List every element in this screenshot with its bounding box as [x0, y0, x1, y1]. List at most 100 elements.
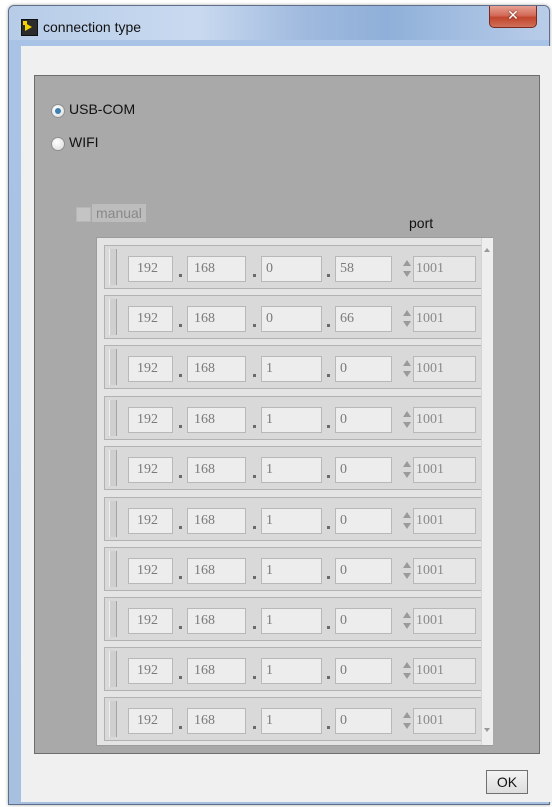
ip-octet-field-4[interactable]: 0 — [335, 356, 392, 382]
ip-separator-dot — [327, 526, 330, 529]
port-spinner[interactable] — [402, 559, 412, 583]
ip-octet-field-2[interactable]: 168 — [187, 356, 246, 382]
ip-octet-field-3[interactable]: 1 — [261, 708, 322, 734]
row-handle — [109, 701, 117, 737]
port-field[interactable]: 1001 — [413, 407, 476, 433]
list-scrollbar[interactable] — [481, 238, 493, 745]
ip-octet-field-3[interactable]: 1 — [261, 658, 322, 684]
ip-octet-field-2[interactable]: 168 — [187, 256, 246, 282]
ip-octet-field-1[interactable]: 192 — [128, 508, 173, 534]
radio-usb-com[interactable] — [51, 104, 65, 118]
ip-octet-field-4[interactable]: 0 — [335, 558, 392, 584]
manual-checkbox-label[interactable]: manual — [92, 204, 146, 222]
ip-octet-field-3[interactable]: 1 — [261, 508, 322, 534]
scroll-up-icon[interactable] — [484, 248, 490, 252]
spin-up-icon[interactable] — [403, 411, 411, 417]
spin-down-icon[interactable] — [403, 673, 411, 679]
spin-down-icon[interactable] — [403, 723, 411, 729]
spin-up-icon[interactable] — [403, 512, 411, 518]
spin-down-icon[interactable] — [403, 422, 411, 428]
ip-octet-field-4[interactable]: 0 — [335, 508, 392, 534]
ip-octet-field-1[interactable]: 192 — [128, 608, 173, 634]
ip-octet-field-1[interactable]: 192 — [128, 457, 173, 483]
spin-down-icon[interactable] — [403, 271, 411, 277]
port-spinner[interactable] — [402, 458, 412, 482]
ip-octet-field-1[interactable]: 192 — [128, 306, 173, 332]
port-field[interactable]: 1001 — [413, 608, 476, 634]
spin-up-icon[interactable] — [403, 662, 411, 668]
ip-octet-field-3[interactable]: 1 — [261, 457, 322, 483]
port-spinner[interactable] — [402, 659, 412, 683]
radio-label-wifi[interactable]: WIFI — [69, 134, 99, 150]
ip-octet-field-4[interactable]: 0 — [335, 708, 392, 734]
port-spinner[interactable] — [402, 408, 412, 432]
ip-octet-field-1[interactable]: 192 — [128, 558, 173, 584]
port-field[interactable]: 1001 — [413, 256, 476, 282]
port-spinner[interactable] — [402, 709, 412, 733]
manual-checkbox[interactable] — [76, 207, 91, 222]
ip-octet-field-3[interactable]: 1 — [261, 407, 322, 433]
radio-wifi[interactable] — [51, 137, 65, 151]
port-spinner[interactable] — [402, 609, 412, 633]
port-spinner[interactable] — [402, 307, 412, 331]
spin-down-icon[interactable] — [403, 573, 411, 579]
ip-octet-field-4[interactable]: 0 — [335, 658, 392, 684]
row-handle — [109, 601, 117, 637]
spin-down-icon[interactable] — [403, 371, 411, 377]
port-field[interactable]: 1001 — [413, 356, 476, 382]
ip-separator-dot — [327, 626, 330, 629]
spin-up-icon[interactable] — [403, 360, 411, 366]
radio-label-usb-com[interactable]: USB-COM — [69, 101, 135, 117]
ip-octet-field-2[interactable]: 168 — [187, 407, 246, 433]
ip-octet-field-2[interactable]: 168 — [187, 658, 246, 684]
ip-octet-field-2[interactable]: 168 — [187, 558, 246, 584]
ip-octet-field-4[interactable]: 0 — [335, 608, 392, 634]
ip-octet-field-2[interactable]: 168 — [187, 306, 246, 332]
ip-octet-field-3[interactable]: 0 — [261, 256, 322, 282]
ip-octet-field-2[interactable]: 168 — [187, 608, 246, 634]
ip-octet-field-2[interactable]: 168 — [187, 457, 246, 483]
title-bar[interactable]: connection type ✕ — [9, 6, 549, 40]
close-icon: ✕ — [507, 8, 519, 24]
port-spinner[interactable] — [402, 509, 412, 533]
ip-octet-field-3[interactable]: 1 — [261, 356, 322, 382]
spin-up-icon[interactable] — [403, 260, 411, 266]
spin-up-icon[interactable] — [403, 562, 411, 568]
spin-up-icon[interactable] — [403, 310, 411, 316]
ip-octet-field-3[interactable]: 1 — [261, 608, 322, 634]
port-spinner[interactable] — [402, 257, 412, 281]
ip-octet-field-3[interactable]: 1 — [261, 558, 322, 584]
spin-up-icon[interactable] — [403, 461, 411, 467]
ip-row: 192 168 1 0 1001 — [104, 446, 482, 490]
ok-button[interactable]: OK — [486, 770, 528, 794]
port-field[interactable]: 1001 — [413, 508, 476, 534]
spin-down-icon[interactable] — [403, 523, 411, 529]
close-button[interactable]: ✕ — [489, 6, 537, 28]
ip-octet-field-1[interactable]: 192 — [128, 407, 173, 433]
ip-octet-field-3[interactable]: 0 — [261, 306, 322, 332]
ip-octet-field-4[interactable]: 66 — [335, 306, 392, 332]
port-field[interactable]: 1001 — [413, 558, 476, 584]
ip-separator-dot — [253, 425, 256, 428]
ip-octet-field-1[interactable]: 192 — [128, 256, 173, 282]
ip-separator-dot — [327, 374, 330, 377]
port-spinner[interactable] — [402, 357, 412, 381]
spin-down-icon[interactable] — [403, 321, 411, 327]
spin-down-icon[interactable] — [403, 472, 411, 478]
ip-octet-field-4[interactable]: 0 — [335, 457, 392, 483]
spin-down-icon[interactable] — [403, 623, 411, 629]
ip-octet-field-4[interactable]: 0 — [335, 407, 392, 433]
ip-octet-field-1[interactable]: 192 — [128, 356, 173, 382]
ip-octet-field-2[interactable]: 168 — [187, 508, 246, 534]
port-field[interactable]: 1001 — [413, 306, 476, 332]
ip-octet-field-2[interactable]: 168 — [187, 708, 246, 734]
port-field[interactable]: 1001 — [413, 658, 476, 684]
scroll-down-icon[interactable] — [484, 728, 490, 732]
spin-up-icon[interactable] — [403, 612, 411, 618]
ip-octet-field-1[interactable]: 192 — [128, 658, 173, 684]
ip-octet-field-1[interactable]: 192 — [128, 708, 173, 734]
port-field[interactable]: 1001 — [413, 708, 476, 734]
spin-up-icon[interactable] — [403, 712, 411, 718]
ip-octet-field-4[interactable]: 58 — [335, 256, 392, 282]
port-field[interactable]: 1001 — [413, 457, 476, 483]
